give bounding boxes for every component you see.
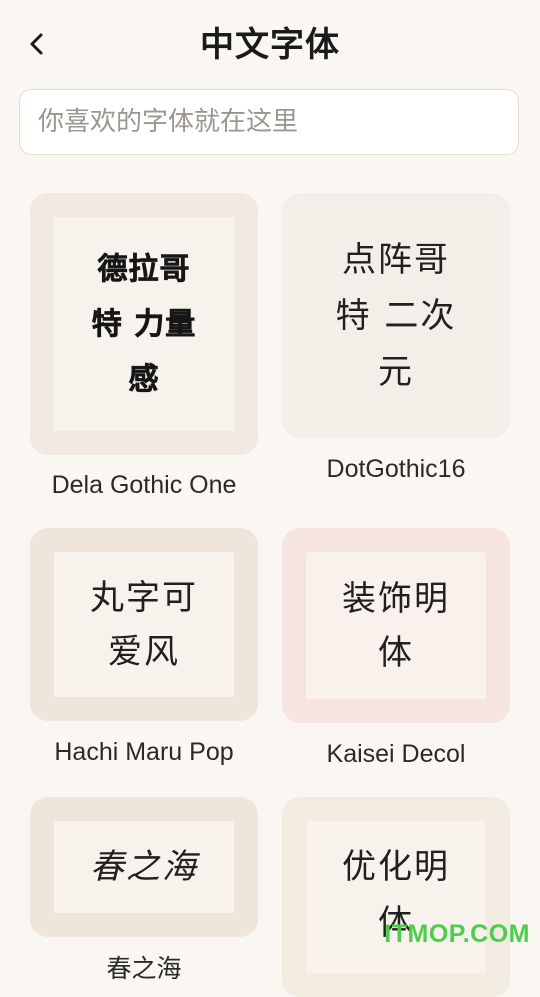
font-name: Kaisei Decol xyxy=(326,740,466,768)
font-preview: 春之海 xyxy=(54,821,234,913)
font-preview: 丸字可 爱风 xyxy=(54,552,234,697)
page-title: 中文字体 xyxy=(200,25,340,65)
font-preview-frame: 优化明 体 xyxy=(282,797,510,997)
search-input[interactable] xyxy=(20,90,518,154)
search-box[interactable] xyxy=(19,89,519,155)
font-sample-text: 点阵哥 特 二次 元 xyxy=(335,239,457,392)
font-preview-frame: 德拉哥 特 力量 感 xyxy=(30,193,258,455)
font-sample-text: 德拉哥 特 力量 感 xyxy=(91,251,197,397)
font-preview: 装饰明 体 xyxy=(306,552,486,699)
font-preview: 优化明 体 xyxy=(306,821,486,973)
font-preview-frame: 丸字可 爱风 xyxy=(30,528,258,721)
font-name: 春之海 xyxy=(106,955,182,983)
font-preview: 点阵哥 特 二次 元 xyxy=(306,217,486,414)
font-preview-frame: 春之海 xyxy=(30,797,258,937)
font-preview-frame: 点阵哥 特 二次 元 xyxy=(282,193,510,438)
font-sample-text: 春之海 xyxy=(90,847,198,887)
font-sample-text: 装饰明 体 xyxy=(342,578,450,673)
watermark: ITMOP.COM xyxy=(384,920,530,948)
font-name: Hachi Maru Pop xyxy=(54,738,234,766)
font-name: Dela Gothic One xyxy=(51,471,237,499)
font-preview-frame: 装饰明 体 xyxy=(282,528,510,723)
font-name: DotGothic16 xyxy=(326,455,466,483)
font-sample-text: 丸字可 爱风 xyxy=(90,577,198,672)
header: 中文字体 xyxy=(0,0,540,88)
font-preview: 德拉哥 特 力量 感 xyxy=(54,217,234,431)
